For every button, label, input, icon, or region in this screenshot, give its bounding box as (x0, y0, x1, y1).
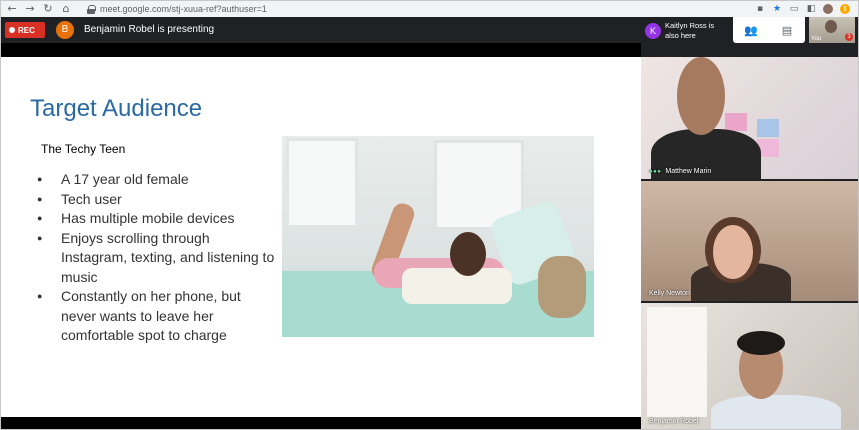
presenting-text: Benjamin Robel is presenting (84, 24, 215, 35)
participant-tile[interactable]: ●●● Matthew Marin (641, 57, 858, 179)
participant-name: ●●● Matthew Marin (649, 168, 712, 175)
star-icon[interactable]: ★ (772, 4, 782, 14)
bullet-item: Enjoys scrolling through Instagram, text… (37, 229, 277, 288)
self-avatar (825, 20, 837, 33)
bullet-item: Tech user (37, 190, 277, 210)
also-here-text: Kaitlyn Ross is also here (665, 21, 715, 40)
toolbar-icons: ▪ ★ ▭ ◧ ! (755, 2, 850, 16)
recording-badge: REC (5, 22, 45, 38)
cast-icon[interactable]: ▭ (789, 4, 799, 14)
wall-poster (725, 113, 747, 131)
bullet-item: Constantly on her phone, but never wants… (37, 287, 277, 346)
address-bar[interactable]: meet.google.com/stj-xuua-ref?authuser=1 (87, 2, 727, 16)
reload-icon[interactable]: ↻ (41, 2, 55, 16)
photo-window (286, 138, 358, 228)
bullet-item: Has multiple mobile devices (37, 209, 277, 229)
rec-label: REC (18, 25, 35, 35)
lock-icon (87, 4, 96, 14)
participant-hair (737, 331, 785, 355)
meeting-controls: 👥 ▤ (733, 17, 805, 43)
participant-tiles: ●●● Matthew Marin Kelly Newton Benjamin … (641, 57, 858, 429)
forward-icon[interactable]: → (23, 2, 37, 16)
slide-photo (282, 136, 594, 337)
url-text: meet.google.com/stj-xuua-ref?authuser=1 (100, 4, 267, 14)
participant-head (713, 225, 753, 279)
participant-tile[interactable]: Benjamin Robel (641, 303, 858, 429)
participant-body (711, 395, 841, 429)
profile-avatar-icon[interactable] (823, 4, 833, 14)
back-icon[interactable]: ← (5, 2, 19, 16)
slide: Target Audience The Techy Teen A 17 year… (1, 57, 641, 417)
participant-tile[interactable]: Kelly Newton (641, 181, 858, 301)
photo-head (450, 232, 486, 276)
self-label: You (811, 36, 822, 42)
slide-subtitle: The Techy Teen (41, 142, 126, 156)
slide-letterbox (1, 417, 641, 429)
presentation-area: Target Audience The Techy Teen A 17 year… (1, 43, 641, 429)
participant-name: Kelly Newton (649, 290, 690, 297)
participant-name: Benjamin Robel (649, 418, 699, 425)
participant-head (677, 57, 725, 135)
people-icon[interactable]: 👥 (743, 24, 759, 37)
speaking-indicator-icon: ●●● (649, 168, 662, 175)
slide-title: Target Audience (30, 95, 203, 122)
notification-badge: 3 (845, 33, 853, 41)
screen: ← → ↻ ⌂ meet.google.com/stj-xuua-ref?aut… (0, 0, 859, 430)
bullet-item: A 17 year old female (37, 170, 277, 190)
record-dot-icon (9, 27, 15, 33)
photo-teddy-bear (538, 256, 586, 318)
window-blinds (647, 307, 707, 417)
browser-toolbar: ← → ↻ ⌂ meet.google.com/stj-xuua-ref?aut… (1, 1, 858, 17)
also-here-avatar: K (645, 23, 661, 39)
wall-poster (757, 119, 779, 137)
chat-icon[interactable]: ▤ (779, 24, 795, 37)
self-view-tile[interactable]: You 3 (809, 17, 855, 43)
extension-icon[interactable]: ◧ (806, 4, 816, 14)
home-icon[interactable]: ⌂ (59, 2, 73, 16)
bullet-list: A 17 year old female Tech user Has multi… (37, 170, 277, 346)
meet-side-header: K Kaitlyn Ross is also here 👥 ▤ You 3 (641, 17, 858, 57)
presenter-avatar: B (56, 21, 74, 39)
camera-icon[interactable]: ▪ (755, 4, 765, 14)
photo-pillow (402, 268, 512, 304)
alert-icon[interactable]: ! (840, 4, 850, 14)
meet-top-bar: REC B Benjamin Robel is presenting (1, 17, 641, 43)
